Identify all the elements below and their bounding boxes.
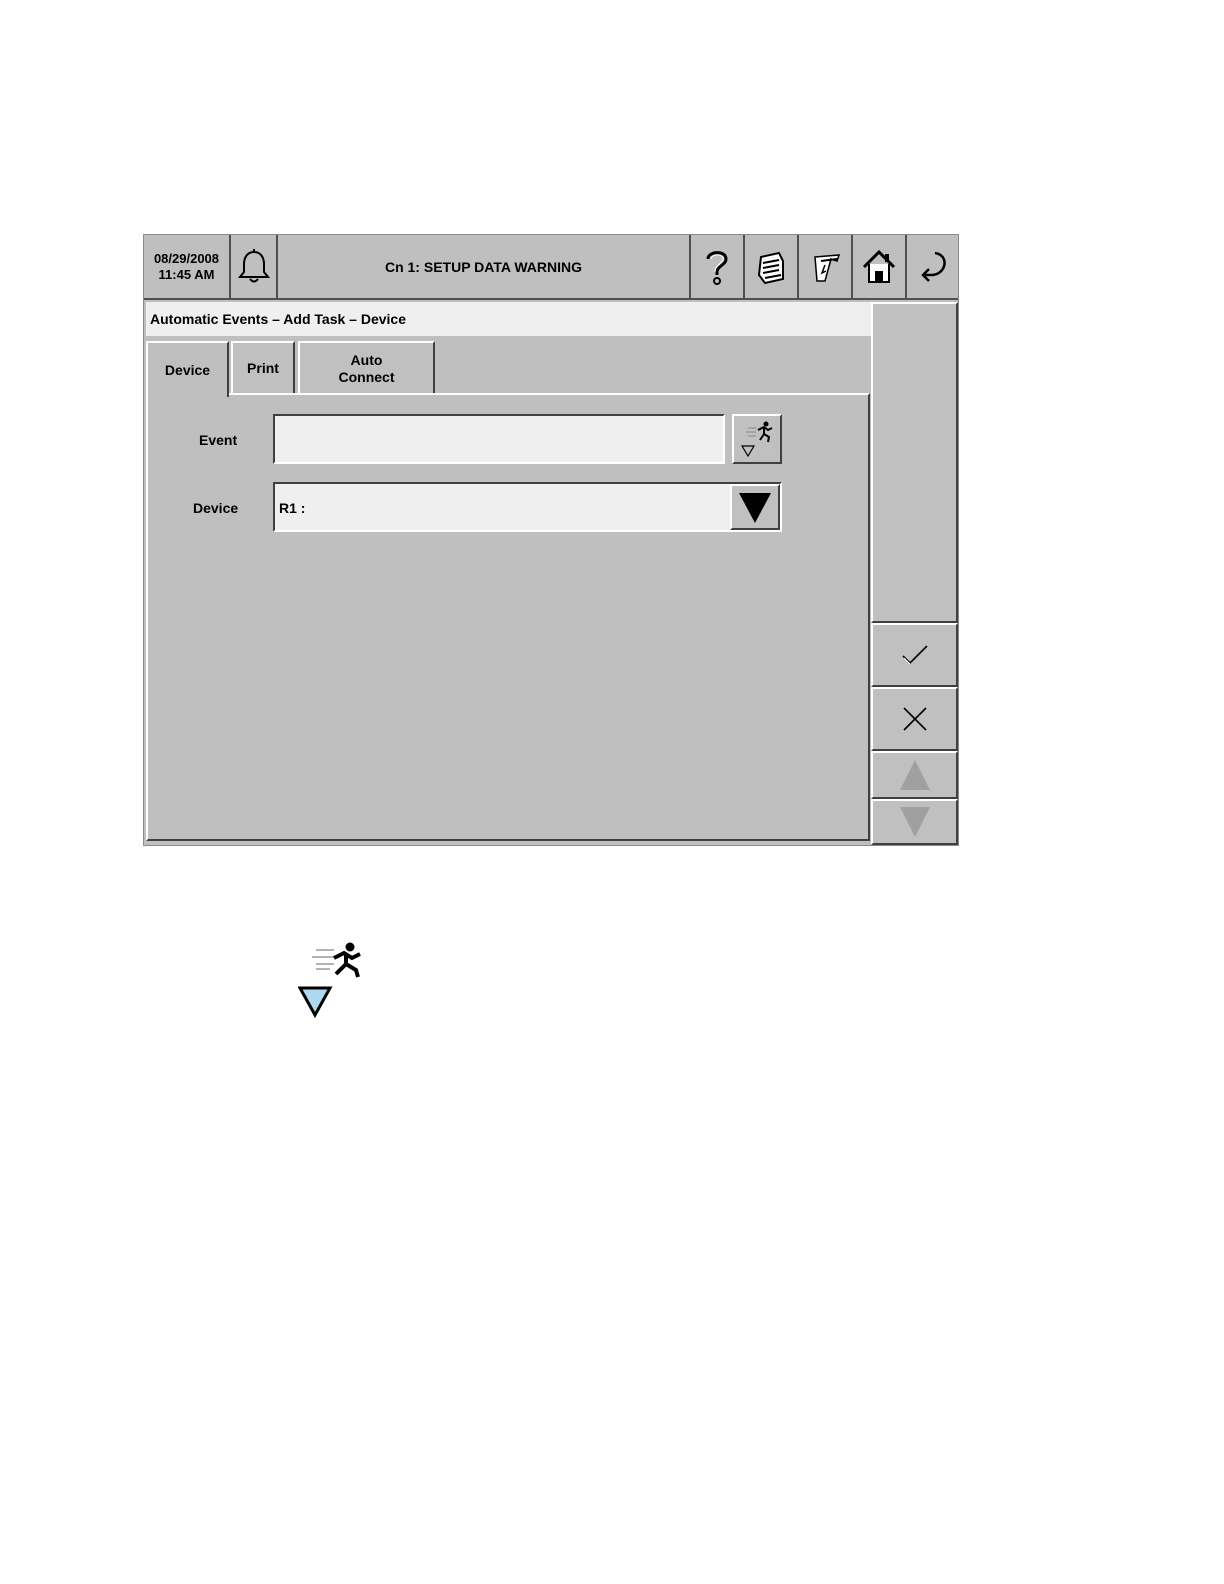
help-icon bbox=[706, 250, 728, 285]
tab-print-label: Print bbox=[247, 360, 279, 376]
tab-auto-connect[interactable]: Auto Connect bbox=[298, 341, 435, 394]
run-event-icon-large bbox=[298, 942, 361, 1019]
status-message: Cn 1: SETUP DATA WARNING bbox=[384, 258, 583, 275]
device-value: R1 : bbox=[279, 500, 306, 516]
device-dropdown[interactable]: R1 : bbox=[273, 482, 782, 532]
back-icon bbox=[921, 251, 946, 282]
triangle-down-icon bbox=[739, 493, 771, 523]
scroll-up-icon bbox=[899, 760, 930, 790]
event-select-button[interactable] bbox=[732, 414, 782, 464]
device-screen: 08/29/2008 11:45 AM Cn 1: SETUP DATA WAR… bbox=[143, 234, 959, 846]
breadcrumb: Automatic Events – Add Task – Device bbox=[146, 302, 871, 336]
device-dropdown-button[interactable] bbox=[730, 484, 780, 530]
bell-icon bbox=[237, 248, 270, 282]
home-icon bbox=[862, 249, 896, 283]
tab-print[interactable]: Print bbox=[231, 341, 295, 394]
checkmark-icon bbox=[901, 645, 928, 665]
event-label: Event bbox=[199, 432, 238, 448]
print-button[interactable] bbox=[743, 235, 797, 298]
cancel-button[interactable] bbox=[871, 687, 958, 751]
back-button[interactable] bbox=[905, 235, 959, 298]
paper-feed-icon bbox=[814, 253, 841, 282]
run-event-icon bbox=[740, 421, 773, 458]
alarm-button[interactable] bbox=[231, 235, 278, 298]
scroll-down-icon bbox=[899, 807, 930, 837]
tab-content-panel: Event Device R1 : bbox=[146, 393, 870, 841]
tab-device-label: Device bbox=[164, 361, 211, 378]
event-field[interactable] bbox=[273, 414, 725, 464]
side-panel bbox=[871, 302, 958, 623]
home-button[interactable] bbox=[851, 235, 905, 298]
scroll-up-button[interactable] bbox=[871, 751, 958, 799]
tab-auto-connect-label-1: Auto bbox=[350, 351, 383, 368]
paper-feed-button[interactable] bbox=[797, 235, 851, 298]
close-icon bbox=[902, 707, 927, 731]
date-text: 08/29/2008 bbox=[153, 250, 220, 266]
help-button[interactable] bbox=[689, 235, 743, 298]
accept-button[interactable] bbox=[871, 623, 958, 687]
date-time: 08/29/2008 11:45 AM bbox=[144, 235, 231, 298]
printer-icon bbox=[757, 251, 784, 284]
device-label: Device bbox=[193, 500, 239, 516]
top-bar: 08/29/2008 11:45 AM Cn 1: SETUP DATA WAR… bbox=[144, 235, 958, 300]
time-text: 11:45 AM bbox=[158, 266, 215, 282]
tab-device[interactable]: Device bbox=[146, 341, 229, 397]
scroll-down-button[interactable] bbox=[871, 799, 958, 845]
tab-auto-connect-label-2: Connect bbox=[338, 368, 395, 385]
